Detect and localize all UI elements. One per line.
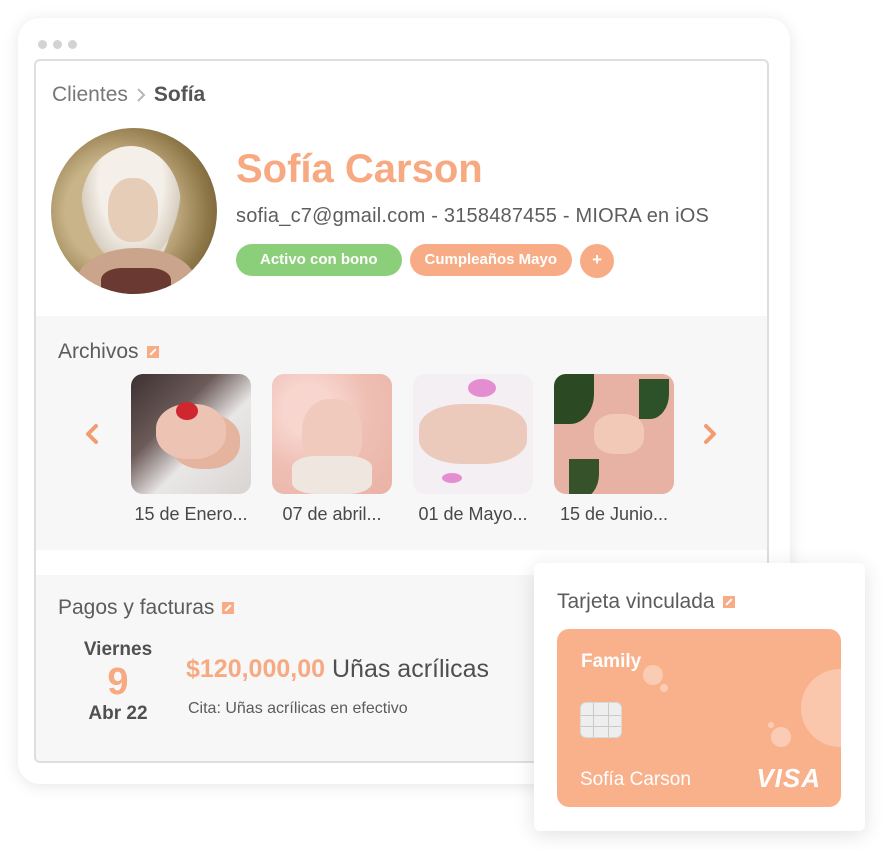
add-tag-button[interactable]: + [580, 244, 615, 278]
credit-card[interactable]: Family Sofía Carson VISA [557, 629, 841, 807]
external-link-icon[interactable] [222, 602, 235, 614]
card-label: Family [581, 651, 642, 672]
window-dot-icon[interactable] [53, 40, 62, 49]
archivo-item[interactable]: 15 de Enero... [131, 374, 251, 525]
window-dot-icon[interactable] [38, 40, 47, 49]
window-dot-icon[interactable] [68, 40, 77, 49]
external-link-icon[interactable] [722, 596, 735, 608]
archivo-thumbnail[interactable] [413, 374, 533, 494]
archivo-item[interactable]: 07 de abril... [272, 374, 392, 525]
card-chip-icon [580, 702, 622, 738]
archivo-item[interactable]: 01 de Mayo... [413, 374, 533, 525]
chevron-right-icon[interactable] [702, 422, 722, 446]
breadcrumb: Clientes Sofía [52, 83, 205, 107]
pagos-title-label: Pagos y facturas [58, 596, 215, 619]
payment-date: Viernes 9 Abr 22 [76, 639, 160, 725]
avatar [51, 128, 217, 294]
external-link-icon[interactable] [146, 346, 159, 358]
payment-service: Uñas acrílicas [331, 655, 489, 683]
linked-card-title-label: Tarjeta vinculada [557, 590, 715, 613]
archivo-thumbnail[interactable] [272, 374, 392, 494]
payment-day-number: 9 [107, 661, 129, 703]
pagos-title: Pagos y facturas [58, 596, 235, 620]
archivo-thumbnail[interactable] [554, 374, 674, 494]
client-tags: Activo con bono Cumpleaños Mayo + [236, 244, 615, 278]
linked-card-panel: Tarjeta vinculada Family Sofía Carson VI… [534, 563, 865, 831]
archivo-caption: 07 de abril... [282, 504, 382, 524]
payment-summary[interactable]: $120,000,00 Uñas acrílicas [186, 655, 489, 684]
client-contact-info: sofia_c7@gmail.com - 3158487455 - MIORA … [236, 205, 710, 227]
payment-note: Cita: Uñas acrílicas en efectivo [188, 700, 408, 717]
breadcrumb-current: Sofía [153, 83, 206, 106]
payment-amount: $120,000,00 [186, 655, 326, 683]
archivo-caption: 15 de Enero... [134, 504, 248, 524]
archivo-caption: 15 de Junio... [559, 504, 669, 524]
tag-cumpleanos-mayo[interactable]: Cumpleaños Mayo [409, 244, 573, 276]
payment-month: Abr 22 [88, 703, 148, 724]
visa-logo-icon: VISA [756, 763, 821, 793]
linked-card-title: Tarjeta vinculada [557, 590, 735, 614]
archivos-title-label: Archivos [58, 340, 139, 363]
archivo-thumbnail[interactable] [131, 374, 251, 494]
chevron-right-icon [136, 87, 146, 103]
window-controls [38, 40, 77, 49]
chevron-left-icon[interactable] [84, 422, 104, 446]
tag-activo-con-bono[interactable]: Activo con bono [236, 244, 402, 276]
archivos-section: Archivos 15 de Enero... 07 de abril... 0… [36, 316, 767, 550]
breadcrumb-clientes-link[interactable]: Clientes [52, 83, 128, 107]
archivos-gallery: 15 de Enero... 07 de abril... 01 de Mayo… [131, 374, 674, 525]
archivos-title: Archivos [58, 340, 159, 364]
client-name: Sofía Carson [236, 147, 483, 191]
archivo-item[interactable]: 15 de Junio... [554, 374, 674, 525]
payment-weekday: Viernes [83, 639, 153, 660]
archivo-caption: 01 de Mayo... [418, 504, 528, 524]
card-holder-name: Sofía Carson [580, 769, 691, 790]
